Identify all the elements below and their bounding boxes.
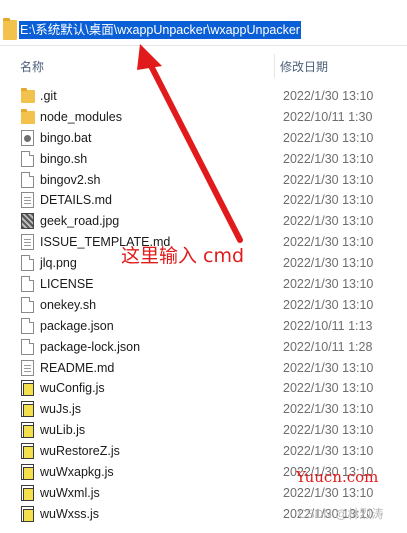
- file-name: wuWxapkg.js: [40, 465, 114, 480]
- watermark-author: CSDN @林烈涛: [298, 507, 384, 521]
- file-date: 2022/1/30 13:10: [283, 89, 374, 103]
- file-name: onekey.sh: [40, 297, 97, 312]
- file-row[interactable]: bingo.bat 2022/1/30 13:10: [0, 128, 407, 149]
- file-date: 2022/10/11 1:28: [283, 339, 373, 354]
- file-date: 2022/1/30 13:10: [283, 151, 374, 166]
- file-list: .git 2022/1/30 13:10 node_modules 2022/10/1…: [0, 86, 407, 525]
- file-date: 2022/1/30 13:10: [283, 485, 374, 500]
- file-date: 2022/1/30 13:10: [283, 193, 374, 208]
- doc-icon: [21, 338, 34, 355]
- js-icon: [21, 380, 34, 397]
- file-row[interactable]: wuRestoreZ.js 2022/1/30 13:10: [0, 441, 407, 462]
- file-date: 2022/1/30 13:10: [283, 402, 374, 417]
- file-row[interactable]: DETAILS.md 2022/1/30 13:10: [0, 190, 407, 211]
- file-row[interactable]: geek_road.jpg 2022/1/30 13:10: [0, 211, 407, 232]
- file-name: wuWxss.js: [40, 506, 100, 521]
- folder-icon: [21, 88, 35, 103]
- doc-icon: [21, 171, 34, 188]
- column-header-date[interactable]: 修改日期: [280, 58, 328, 75]
- file-row[interactable]: onekey.sh 2022/1/30 13:10: [0, 295, 407, 316]
- file-name: package.json: [40, 318, 114, 333]
- file-name: jlq.png: [40, 256, 77, 271]
- file-date: 2022/1/30 13:10: [283, 235, 374, 250]
- file-date: 2022/1/30 13:10: [283, 444, 374, 459]
- file-row[interactable]: .git 2022/1/30 13:10: [0, 86, 407, 107]
- js-icon: [21, 464, 34, 481]
- md-icon: [21, 192, 34, 209]
- folder-icon: [21, 108, 35, 124]
- js-icon: [21, 422, 34, 439]
- file-date: 2022/1/30 13:10: [283, 381, 374, 396]
- file-date: 2022/1/30 13:10: [283, 214, 374, 229]
- file-name: DETAILS.md: [40, 193, 113, 208]
- file-row[interactable]: package-lock.json 2022/10/11 1:28: [0, 337, 407, 358]
- file-row[interactable]: wuConfig.js 2022/1/30 13:10: [0, 378, 407, 399]
- address-bar[interactable]: E:\系统默认\桌面\wxappUnpacker\wxappUnpacker: [0, 14, 407, 46]
- file-row[interactable]: wuLib.js 2022/1/30 13:10: [0, 420, 407, 441]
- file-name: wuLib.js: [40, 423, 86, 438]
- file-row[interactable]: bingov2.sh 2022/1/30 13:10: [0, 170, 407, 191]
- annotation-text: 这里输入 cmd: [121, 245, 245, 267]
- doc-icon: [21, 150, 34, 167]
- doc-icon: [21, 276, 34, 293]
- column-header-row: 名称 修改日期: [0, 54, 407, 78]
- file-name: node_modules: [40, 109, 123, 124]
- file-row[interactable]: package.json 2022/10/11 1:13: [0, 316, 407, 337]
- doc-icon: [21, 255, 34, 272]
- file-name: bingo.sh: [40, 151, 88, 166]
- file-name: bingov2.sh: [40, 172, 101, 187]
- md-icon: [21, 359, 34, 376]
- js-icon: [21, 484, 34, 501]
- doc-icon: [21, 296, 34, 313]
- file-row[interactable]: wuWxml.js 2022/1/30 13:10: [0, 483, 407, 504]
- js-icon: [21, 505, 34, 522]
- file-date: 2022/1/30 13:10: [283, 360, 374, 375]
- file-name: package-lock.json: [40, 339, 141, 354]
- folder-icon: [3, 18, 17, 40]
- file-date: 2022/1/30 13:10: [283, 277, 374, 292]
- file-name: wuRestoreZ.js: [40, 444, 120, 459]
- doc-icon: [21, 317, 34, 334]
- md-icon: [21, 234, 34, 251]
- js-icon: [21, 401, 34, 418]
- file-date: 2022/1/30 13:10: [283, 297, 374, 312]
- file-row[interactable]: node_modules 2022/10/11 1:30: [0, 107, 407, 128]
- file-row[interactable]: bingo.sh 2022/1/30 13:10: [0, 149, 407, 170]
- file-name: wuWxml.js: [40, 485, 100, 500]
- file-name: wuConfig.js: [40, 381, 105, 396]
- file-date: 2022/1/30 13:10: [283, 423, 374, 438]
- file-date: 2022/10/11 1:13: [283, 318, 373, 333]
- file-name: .git: [40, 89, 57, 103]
- file-date: 2022/10/11 1:30: [283, 109, 373, 124]
- file-date: 2022/1/30 13:10: [283, 172, 374, 187]
- file-row[interactable]: README.md 2022/1/30 13:10: [0, 358, 407, 379]
- gear-icon: [21, 129, 34, 146]
- file-name: wuJs.js: [40, 402, 81, 417]
- image-icon: [21, 213, 34, 230]
- file-row[interactable]: wuJs.js 2022/1/30 13:10: [0, 399, 407, 420]
- file-date: 2022/1/30 13:10: [283, 256, 374, 271]
- watermark-site: Yuucn.com: [296, 468, 379, 486]
- column-separator[interactable]: [274, 54, 275, 78]
- file-name: LICENSE: [40, 277, 94, 292]
- file-row[interactable]: LICENSE 2022/1/30 13:10: [0, 274, 407, 295]
- column-header-name[interactable]: 名称: [20, 58, 44, 75]
- file-name: README.md: [40, 360, 115, 375]
- file-date: 2022/1/30 13:10: [283, 130, 374, 145]
- js-icon: [21, 443, 34, 460]
- address-input[interactable]: E:\系统默认\桌面\wxappUnpacker\wxappUnpacker: [19, 21, 301, 39]
- file-name: geek_road.jpg: [40, 214, 120, 229]
- file-name: bingo.bat: [40, 130, 92, 145]
